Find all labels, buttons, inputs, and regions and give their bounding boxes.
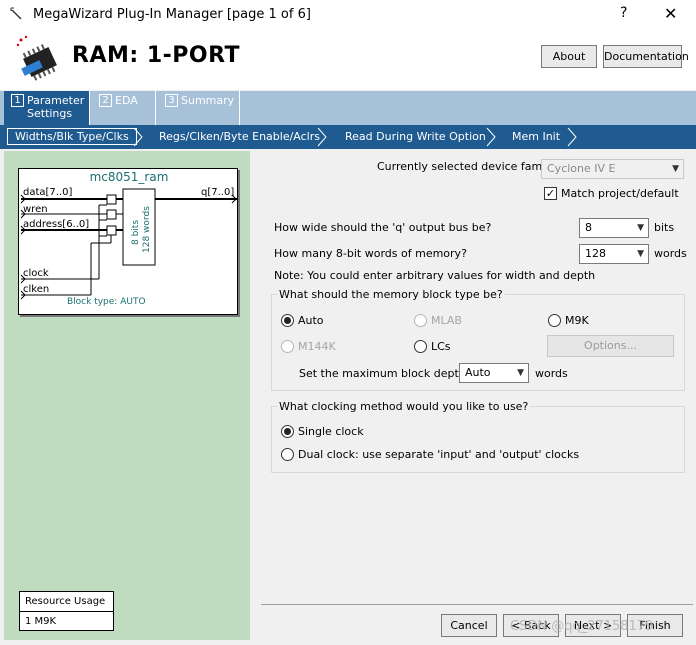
match-project-checkbox[interactable]: ✓ xyxy=(544,187,557,200)
clocking-title: What clocking method would you like to u… xyxy=(277,400,531,413)
close-button[interactable]: ✕ xyxy=(664,4,677,23)
radio-m144k-label: M144K xyxy=(298,340,336,353)
radio-dual-clock-label: Dual clock: use separate 'input' and 'ou… xyxy=(298,448,580,461)
chevron-down-icon: ▼ xyxy=(637,249,644,259)
match-project-label: Match project/default xyxy=(561,187,679,200)
chevron-down-icon: ▼ xyxy=(672,164,679,174)
help-button[interactable]: ? xyxy=(620,5,627,21)
max-depth-unit: words xyxy=(535,367,568,380)
port-clock: clock xyxy=(23,268,49,279)
options-button: Options... xyxy=(547,335,674,357)
documentation-button[interactable]: Documentation xyxy=(603,45,689,68)
memory-depth-label: How many 8-bit words of memory? xyxy=(274,247,467,260)
port-data: data[7..0] xyxy=(23,187,73,198)
port-address: address[6..0] xyxy=(23,219,90,230)
radio-mlab-label: MLAB xyxy=(431,314,462,327)
radio-dual-clock[interactable] xyxy=(281,448,294,461)
radio-single-clock-label: Single clock xyxy=(298,425,364,438)
max-depth-combo[interactable]: Auto ▼ xyxy=(459,363,529,383)
tab-label: EDA xyxy=(115,94,138,107)
chevron-right-icon xyxy=(486,127,496,147)
radio-auto-label: Auto xyxy=(298,314,324,327)
memory-width: 8 bits xyxy=(131,219,141,245)
about-button[interactable]: About xyxy=(541,45,597,68)
device-family-label: Currently selected device family: xyxy=(377,160,558,173)
output-width-label: How wide should the 'q' output bus be? xyxy=(274,221,492,234)
memory-depth-value: 128 xyxy=(585,247,606,260)
memory-depth-unit: words xyxy=(654,247,687,260)
tab-label: Parameter Settings xyxy=(27,94,85,120)
resource-usage-header: Resource Usage xyxy=(20,592,113,612)
tab-number: 1 xyxy=(11,94,24,107)
window-title: MegaWizard Plug-In Manager [page 1 of 6] xyxy=(33,7,311,22)
tab-summary[interactable]: 3 Summary xyxy=(158,91,240,125)
device-family-combo: Cyclone IV E ▼ xyxy=(541,159,684,179)
max-depth-label: Set the maximum block depth to xyxy=(299,367,481,380)
radio-lcs[interactable] xyxy=(414,340,427,353)
memory-depth: 128 words xyxy=(142,206,152,253)
output-width-unit: bits xyxy=(654,221,675,234)
block-type-title: What should the memory block type be? xyxy=(277,288,505,301)
step-regs[interactable]: Regs/Clken/Byte Enable/Aclrs xyxy=(159,128,320,145)
radio-m9k[interactable] xyxy=(548,314,561,327)
tab-parameter-settings[interactable]: 1 Parameter Settings xyxy=(4,91,90,125)
radio-m144k xyxy=(281,340,294,353)
watermark: CSDN @qq_27158179 xyxy=(510,619,654,634)
output-width-value: 8 xyxy=(585,221,592,234)
clocking-group xyxy=(271,406,685,473)
resource-usage-table: Resource Usage 1 M9K xyxy=(19,591,114,631)
chevron-down-icon: ▼ xyxy=(517,368,524,378)
radio-single-clock[interactable] xyxy=(281,425,294,438)
step-mem-init[interactable]: Mem Init xyxy=(512,128,560,145)
chevron-right-icon xyxy=(317,127,327,147)
radio-m9k-label: M9K xyxy=(565,314,589,327)
step-read-during-write[interactable]: Read During Write Option xyxy=(345,128,486,145)
symbol-name: mc8051_ram xyxy=(89,170,169,184)
wizard-header: RAM: 1-PORT About Documentation xyxy=(0,30,696,90)
resource-usage-value: 1 M9K xyxy=(25,616,57,627)
window-titlebar: MegaWizard Plug-In Manager [page 1 of 6]… xyxy=(0,0,696,30)
device-family-value: Cyclone IV E xyxy=(547,162,616,175)
tab-label: Summary xyxy=(181,94,235,107)
max-depth-value: Auto xyxy=(465,366,491,379)
cancel-button[interactable]: Cancel xyxy=(441,614,497,637)
radio-lcs-label: LCs xyxy=(431,340,451,353)
tab-number: 3 xyxy=(165,94,178,107)
width-depth-note: Note: You could enter arbitrary values f… xyxy=(274,269,596,282)
ram-chip-icon xyxy=(16,35,57,81)
step-bar: Widths/Blk Type/Clks Regs/Clken/Byte Ena… xyxy=(0,125,696,149)
port-wren: wren xyxy=(23,204,48,215)
tab-number: 2 xyxy=(99,94,112,107)
memory-depth-combo[interactable]: 128 ▼ xyxy=(579,244,649,264)
memory-size-label: 8 bits 128 words xyxy=(129,197,163,259)
footer-divider xyxy=(261,604,693,605)
step-widths[interactable]: Widths/Blk Type/Clks xyxy=(7,128,137,145)
page-tabs: 1 Parameter Settings 2 EDA 3 Summary xyxy=(0,91,696,125)
ram-symbol: mc8051_ram data[7..0] wren address[6..0]… xyxy=(18,168,238,315)
port-clken: clken xyxy=(23,284,50,295)
chevron-right-icon xyxy=(567,127,577,147)
symbol-block-type: Block type: AUTO xyxy=(67,297,146,307)
tab-eda[interactable]: 2 EDA xyxy=(92,91,156,125)
chevron-down-icon: ▼ xyxy=(637,223,644,233)
page-title: RAM: 1-PORT xyxy=(72,43,241,68)
radio-auto[interactable] xyxy=(281,314,294,327)
radio-mlab xyxy=(414,314,427,327)
port-q: q[7..0] xyxy=(201,187,235,198)
wizard-wand-icon xyxy=(10,7,22,20)
output-width-combo[interactable]: 8 ▼ xyxy=(579,218,649,238)
chevron-right-icon xyxy=(133,127,143,147)
